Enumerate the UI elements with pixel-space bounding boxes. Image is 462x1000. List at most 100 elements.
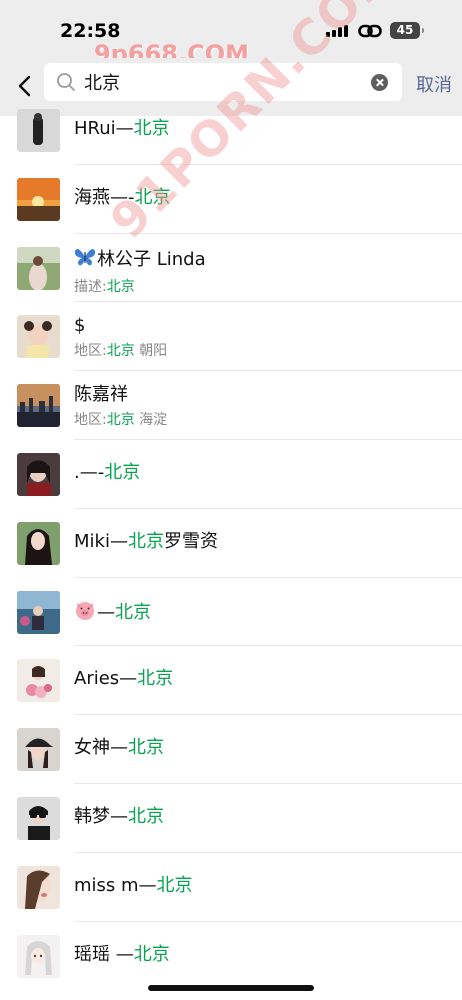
contact-name-text: 韩梦— — [74, 805, 128, 827]
link-icon — [358, 24, 382, 38]
battery-indicator: 45 — [390, 22, 424, 39]
avatar — [17, 315, 60, 359]
contact-name: 女神—北京 — [74, 737, 452, 759]
home-indicator[interactable] — [148, 985, 314, 991]
contact-row[interactable]: 林公子 Linda 描述:北京 — [0, 234, 462, 303]
contact-row[interactable]: HRui—北京 — [0, 96, 462, 165]
avatar — [17, 109, 60, 152]
search-highlight: 北京 — [134, 186, 171, 208]
detail-suffix: 朝阳 — [134, 343, 168, 360]
search-highlight: 北京 — [133, 118, 170, 139]
contact-name-text: $ — [74, 315, 86, 337]
cancel-button[interactable]: 取消 — [416, 71, 452, 97]
search-highlight: 北京 — [104, 461, 141, 483]
avatar — [17, 246, 60, 290]
status-time: 22:58 — [60, 20, 121, 42]
contact-name-text: 海燕—- — [74, 186, 135, 208]
contact-row[interactable]: 女神—北京 — [0, 715, 462, 784]
detail-label: 地区: — [74, 343, 107, 360]
contact-name-text: 林公子 Linda — [97, 248, 206, 270]
avatar — [17, 521, 60, 565]
contact-name-text: 陈嘉祥 — [74, 384, 128, 406]
contact-text: Aries—北京 — [74, 668, 452, 690]
contact-name-text: — — [97, 601, 115, 623]
contact-row[interactable]: 陈嘉祥地区:北京 海淀 — [0, 371, 462, 440]
contact-name-text: .—- — [74, 461, 105, 483]
detail-label: 描述: — [74, 278, 107, 295]
butterfly-icon — [74, 247, 96, 273]
contact-name: 陈嘉祥 — [74, 384, 452, 406]
contact-name-text: HRui— — [74, 118, 134, 139]
contact-text: 韩梦—北京 — [74, 806, 452, 828]
contact-name: .—-北京 — [74, 462, 452, 484]
wechat-search-screen: 22:58 45 9p668.COM 取消 HRui—北京海燕—-北 — [0, 0, 462, 1000]
contact-detail: 地区:北京 海淀 — [74, 409, 452, 429]
search-highlight: 北京 — [133, 943, 170, 965]
contact-name: 韩梦—北京 — [74, 806, 452, 828]
search-highlight: 北京 — [128, 737, 164, 759]
contact-name-text: 女神— — [74, 737, 128, 759]
contact-text: 瑶瑶 —北京 — [74, 944, 452, 966]
avatar — [17, 796, 60, 840]
contact-text: 林公子 Linda 描述:北京 — [74, 247, 452, 296]
contact-row[interactable]: Aries—北京 — [0, 646, 462, 715]
search-input[interactable] — [84, 67, 364, 97]
contact-text: 海燕—-北京 — [74, 187, 452, 209]
clear-search-icon[interactable] — [371, 74, 388, 91]
avatar — [17, 659, 60, 703]
contact-name: HRui—北京 — [74, 118, 452, 140]
contact-text: HRui—北京 — [74, 118, 452, 140]
contact-name: 瑶瑶 —北京 — [74, 944, 452, 966]
contact-row[interactable]: Miki—北京罗雪资 — [0, 509, 462, 578]
avatar — [17, 384, 60, 428]
contact-name-text: Aries— — [74, 668, 138, 690]
contact-row[interactable]: 瑶瑶 —北京 — [0, 922, 462, 991]
contact-text: Miki—北京罗雪资 — [74, 531, 452, 553]
search-highlight: 北京 — [156, 874, 193, 896]
search-highlight: 北京 — [106, 343, 135, 360]
pig-icon — [74, 600, 96, 626]
avatar — [17, 177, 60, 221]
contact-text: —北京 — [74, 600, 452, 626]
contact-text: 陈嘉祥地区:北京 海淀 — [74, 384, 452, 429]
contact-row[interactable]: 韩梦—北京 — [0, 784, 462, 853]
search-highlight: 北京 — [128, 805, 164, 827]
contact-name-text: Miki— — [74, 530, 128, 552]
search-highlight: 北京 — [106, 412, 135, 429]
avatar — [17, 934, 60, 978]
contact-name: miss m—北京 — [74, 875, 452, 897]
contact-text: .—-北京 — [74, 462, 452, 484]
detail-suffix: 海淀 — [134, 412, 168, 429]
contact-detail: 地区:北京 朝阳 — [74, 340, 452, 360]
contact-row[interactable]: .—-北京 — [0, 440, 462, 509]
contact-detail: 描述:北京 — [74, 276, 452, 296]
contact-name: 林公子 Linda — [74, 247, 452, 273]
contact-name: Miki—北京罗雪资 — [74, 531, 452, 553]
contact-name-suffix: 罗雪资 — [163, 530, 218, 552]
contact-name-text: 瑶瑶 — — [74, 943, 134, 965]
avatar — [17, 452, 60, 496]
contact-row[interactable]: $ 地区:北京 朝阳 — [0, 302, 462, 371]
contact-name: —北京 — [74, 600, 452, 626]
search-highlight: 北京 — [127, 530, 164, 552]
contact-row[interactable]: —北京 — [0, 578, 462, 647]
contact-row[interactable]: 海燕—-北京 — [0, 165, 462, 234]
contact-name: Aries—北京 — [74, 668, 452, 690]
avatar — [17, 590, 60, 634]
search-results-list: HRui—北京 海燕—-北京 林公子 Linda 描述:北京 $ 地区:北京 朝阳 陈嘉祥地… — [0, 96, 462, 990]
contact-text: $ 地区:北京 朝阳 — [74, 315, 452, 360]
search-icon — [57, 73, 75, 91]
status-bar: 22:58 45 9p668.COM — [0, 0, 462, 68]
avatar — [17, 865, 60, 909]
search-highlight: 北京 — [137, 668, 174, 690]
contact-name-text: miss m— — [74, 874, 157, 896]
contact-text: miss m—北京 — [74, 875, 452, 897]
contact-name: $ — [74, 315, 452, 337]
search-highlight: 北京 — [106, 278, 135, 295]
detail-label: 地区: — [74, 412, 107, 429]
search-highlight: 北京 — [115, 601, 151, 623]
avatar — [17, 728, 60, 772]
contact-name: 海燕—-北京 — [74, 187, 452, 209]
cellular-signal-icon — [326, 25, 348, 37]
contact-row[interactable]: miss m—北京 — [0, 853, 462, 922]
